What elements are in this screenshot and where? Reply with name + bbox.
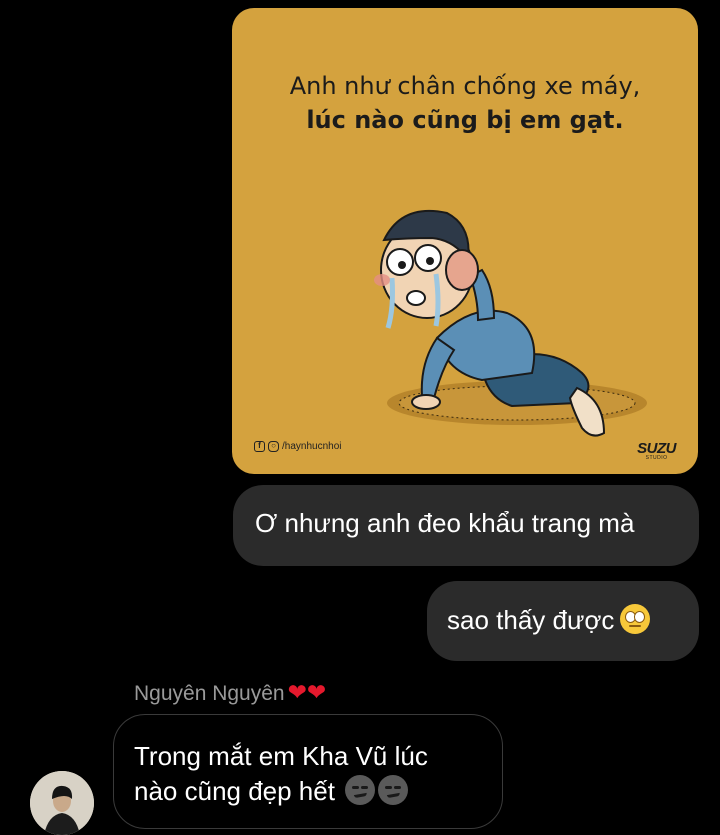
- avatar[interactable]: [30, 771, 94, 835]
- sender-name: Nguyên Nguyên ❤❤: [134, 679, 326, 706]
- received-message[interactable]: Trong mắt em Kha Vũ lúc nào cũng đẹp hết: [113, 714, 503, 829]
- message-text: sao thấy được: [447, 605, 615, 635]
- image-caption-line1: Anh như chân chống xe máy,: [289, 72, 641, 100]
- image-caption-line2: lúc nào cũng bị em gạt.: [306, 106, 624, 134]
- sent-message-2[interactable]: sao thấy được: [427, 581, 699, 661]
- eye-roll-emoji-icon: [620, 604, 651, 634]
- avatar-photo: [30, 771, 94, 835]
- instagram-icon: ○: [268, 441, 279, 452]
- message-text-line2: nào cũng đẹp hết: [134, 776, 335, 806]
- sender-name-text: Nguyên Nguyên: [134, 682, 285, 705]
- image-message[interactable]: Anh như chân chống xe máy, lúc nào cũng …: [232, 8, 698, 474]
- sent-message-1[interactable]: Ơ nhưng anh đeo khẩu trang mà: [233, 485, 699, 566]
- facebook-icon: f: [254, 441, 265, 452]
- heart-icon: ❤❤: [287, 679, 327, 705]
- brand-logo: SUZU STUDIO: [637, 440, 676, 461]
- message-text: Ơ nhưng anh đeo khẩu trang mà: [255, 508, 635, 538]
- credit-handle: /haynhucnhoi: [282, 441, 342, 452]
- smirk-emoji-icon: [378, 775, 409, 805]
- message-text-line1: Trong mắt em Kha Vũ lúc: [134, 741, 428, 771]
- image-credit: f ○ /haynhucnhoi: [254, 441, 342, 452]
- smirk-emoji-icon: [345, 775, 376, 805]
